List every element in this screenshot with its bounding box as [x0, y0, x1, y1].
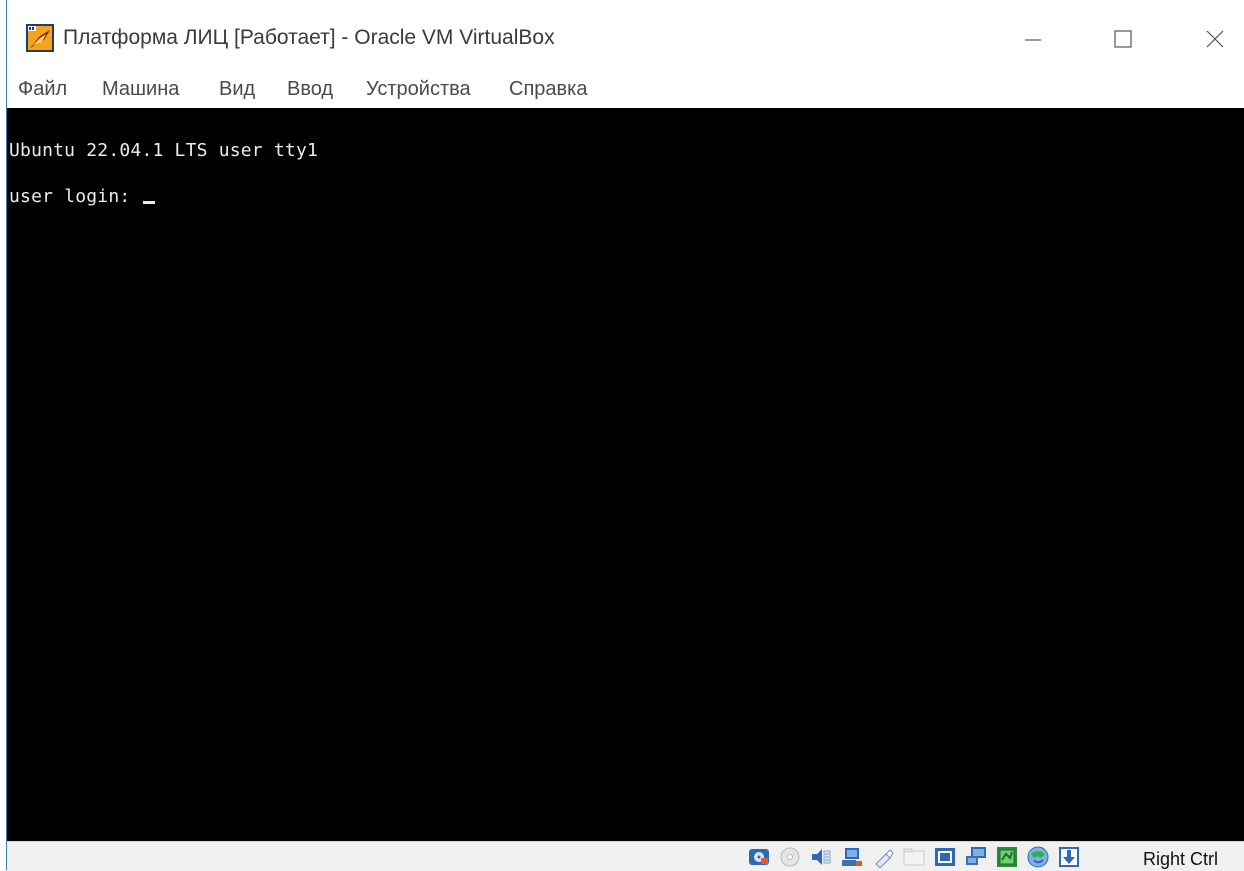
- minimize-button[interactable]: [1005, 14, 1061, 64]
- status-bar: Right Ctrl: [7, 841, 1244, 871]
- keyboard-capture-icon[interactable]: [1058, 846, 1080, 868]
- minimize-icon: [1025, 39, 1041, 41]
- audio-icon[interactable]: [810, 846, 832, 868]
- virtualbox-icon: [26, 24, 54, 52]
- window-title: Платформа ЛИЦ [Работает] - Oracle VM Vir…: [63, 26, 555, 49]
- console-banner: Ubuntu 22.04.1 LTS user tty1: [9, 140, 318, 161]
- vm-display[interactable]: Ubuntu 22.04.1 LTS user tty1 user login:: [7, 108, 1244, 841]
- close-button[interactable]: [1187, 14, 1243, 64]
- mouse-integration-icon[interactable]: [1027, 846, 1049, 868]
- optical-drive-icon[interactable]: [779, 846, 801, 868]
- close-icon: [1206, 30, 1224, 48]
- video-capture-icon[interactable]: [965, 846, 987, 868]
- virtualbox-window: Платформа ЛИЦ [Работает] - Oracle VM Vir…: [0, 0, 1244, 871]
- menu-machine[interactable]: Машина: [102, 78, 179, 101]
- menu-devices[interactable]: Устройства: [366, 78, 471, 101]
- network-icon[interactable]: [841, 846, 863, 868]
- shared-folders-icon[interactable]: [903, 846, 925, 868]
- cpu-icon[interactable]: [996, 846, 1018, 868]
- hard-disk-icon[interactable]: [748, 846, 770, 868]
- maximize-button[interactable]: [1095, 14, 1151, 64]
- login-prompt-text: user login:: [9, 186, 142, 207]
- console-login-prompt[interactable]: user login:: [9, 186, 156, 207]
- text-cursor: [143, 201, 156, 204]
- menu-input[interactable]: Ввод: [287, 78, 333, 101]
- display-icon[interactable]: [934, 846, 956, 868]
- menu-view[interactable]: Вид: [219, 78, 255, 101]
- menu-help[interactable]: Справка: [509, 78, 587, 101]
- console-banner-text: Ubuntu 22.04.1 LTS user tty1: [9, 140, 319, 161]
- maximize-icon: [1114, 30, 1132, 48]
- menu-file[interactable]: Файл: [18, 78, 67, 101]
- title-bar[interactable]: Платформа ЛИЦ [Работает] - Oracle VM Vir…: [7, 0, 1244, 80]
- menu-bar: Файл Машина Вид Ввод Устройства Справка: [7, 75, 1244, 107]
- host-key-label: Right Ctrl: [1143, 849, 1219, 869]
- usb-icon[interactable]: [872, 846, 894, 868]
